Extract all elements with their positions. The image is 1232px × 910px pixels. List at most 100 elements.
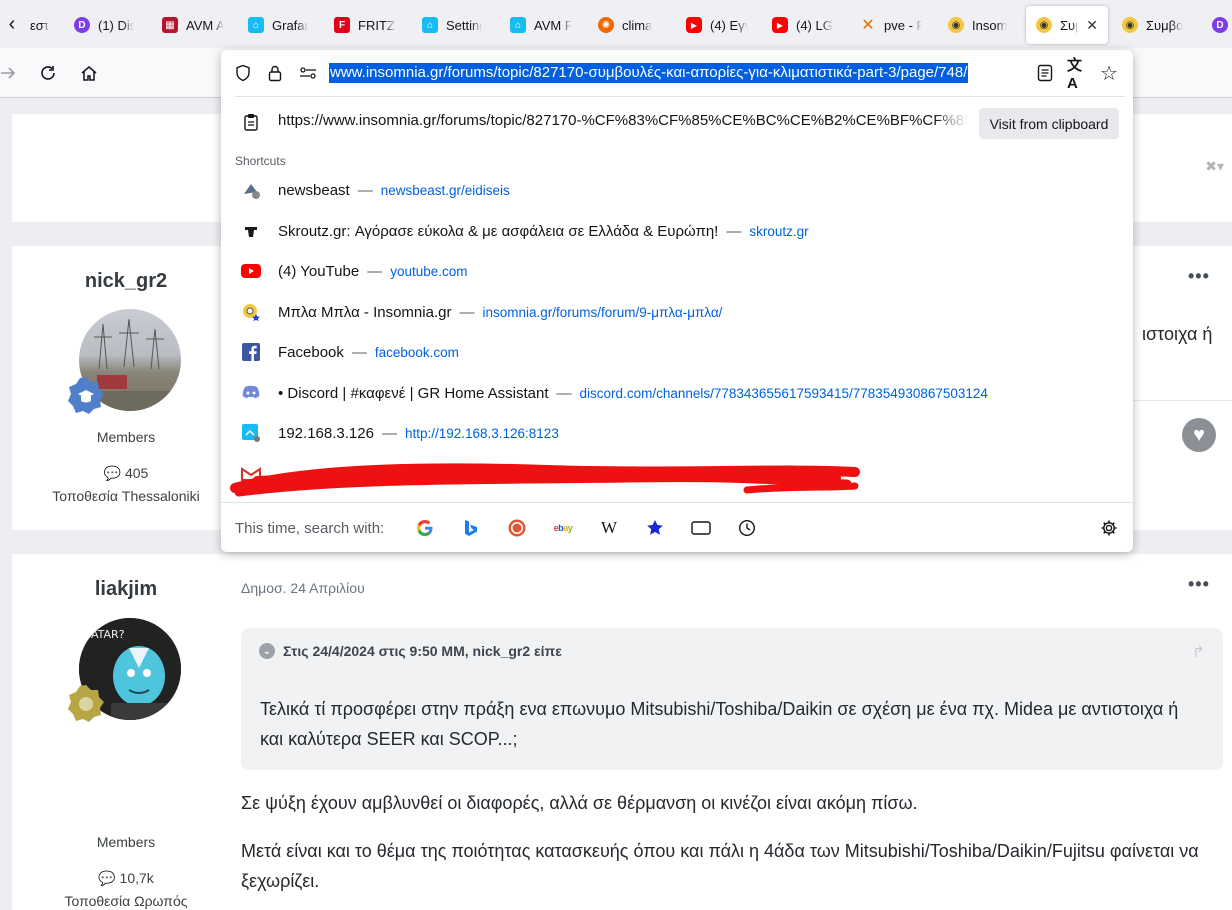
location: Τοποθεσία Ωρωπός (64, 893, 188, 909)
post-menu-icon[interactable]: ••• (1188, 574, 1210, 595)
bookmark-star-icon[interactable]: ☆ (1099, 63, 1119, 85)
shortcut-home-assistant[interactable]: 192.168.3.126— http://192.168.3.126:8123 (221, 413, 1133, 453)
tab-title: pve - P (884, 17, 922, 33)
divider (235, 96, 1125, 97)
comment-icon: 💬 (103, 465, 122, 481)
home-assistant-icon: ⌂ (422, 17, 438, 33)
tab-title: FRITZ! (358, 17, 396, 33)
rank-badge-icon (66, 376, 106, 416)
tab-7[interactable]: ✺ clima (588, 6, 670, 44)
tab-10[interactable]: ✕ pve - P (850, 6, 932, 44)
reader-view-icon[interactable] (1035, 63, 1055, 83)
tab-title: AVM A (186, 17, 224, 33)
insomnia-icon: ◉ (1122, 17, 1138, 33)
grafana-icon: ✺ (598, 17, 614, 33)
duckduckgo-icon[interactable] (506, 517, 528, 539)
tab-5[interactable]: ⌂ Setting (412, 6, 492, 44)
tab-strip: ‹ εστ D (1) Dis ▦ AVM A ⌂ Grafan F FRITZ… (0, 0, 1232, 48)
lock-icon[interactable] (265, 63, 285, 83)
tab-1[interactable]: D (1) Dis (64, 6, 144, 44)
tab-12-active[interactable]: ◉ Συμ ✕ (1026, 6, 1108, 44)
tab-title: (4) LG (796, 17, 833, 33)
tab-3[interactable]: ⌂ Grafan (238, 6, 318, 44)
tab-0[interactable]: εστ (20, 6, 62, 44)
chevron-down-icon[interactable]: ⌄ (259, 643, 275, 659)
clipboard-icon (241, 112, 261, 132)
redaction-scribble (230, 463, 860, 497)
shortcut-url: insomnia.gr/forums/forum/9-μπλα-μπλα/ (482, 304, 723, 320)
like-heart-icon[interactable]: ♥ (1182, 418, 1216, 452)
tab-6[interactable]: ⌂ AVM F (500, 6, 582, 44)
fritz-icon: F (334, 17, 350, 33)
tab-title: Insom (972, 17, 1008, 33)
post-date[interactable]: Δημοσ. 24 Απριλίου (241, 580, 365, 596)
member-group: Members (96, 429, 156, 445)
permissions-icon[interactable] (298, 63, 318, 83)
shortcut-insomnia[interactable]: Μπλα Μπλα - Insomnia.gr — insomnia.gr/foru… (221, 292, 1133, 332)
tab-9[interactable]: ▶ (4) LG (762, 6, 844, 44)
shortcut-url: facebook.com (374, 344, 459, 360)
shortcut-url: skroutz.gr (749, 223, 809, 239)
post-menu-icon[interactable]: ••• (1188, 266, 1210, 287)
dismiss-icon[interactable]: ✖▾ (1205, 158, 1224, 175)
translate-icon[interactable]: 文A (1067, 57, 1087, 92)
quote-block: ⌄ Στις 24/4/2024 στις 9:50 ΜΜ, nick_gr2 … (241, 628, 1223, 770)
share-arrow-icon[interactable]: ↱ (1192, 642, 1205, 662)
quote-header[interactable]: ⌄ Στις 24/4/2024 στις 9:50 ΜΜ, nick_gr2 … (259, 643, 562, 659)
close-tab-icon[interactable]: ✕ (1086, 17, 1098, 34)
search-settings-gear-icon[interactable] (1098, 517, 1120, 539)
google-icon[interactable] (414, 517, 436, 539)
tab-14[interactable]: D (1202, 6, 1232, 44)
redacted-shortcut[interactable] (221, 454, 1133, 498)
post-liakjim: liakjim ATAR? Members 💬 10,7k Τοποθεσία … (12, 554, 1232, 910)
author-name[interactable]: liakjim (12, 578, 240, 601)
tab-title: Συμβο (1146, 17, 1184, 33)
tab-title: Grafan (272, 17, 308, 33)
shortcut-url: youtube.com (390, 263, 468, 279)
wikipedia-icon[interactable]: W (598, 517, 620, 539)
member-group: Members (96, 834, 156, 850)
shortcut-title: Facebook (278, 343, 344, 361)
tab-4[interactable]: F FRITZ! (324, 6, 406, 44)
author-name[interactable]: nick_gr2 (12, 270, 240, 293)
visit-from-clipboard-button[interactable]: Visit from clipboard (979, 108, 1119, 139)
shortcut-title: Μπλα Μπλα - Insomnia.gr (278, 303, 452, 321)
home-icon[interactable] (77, 61, 101, 85)
shortcut-newsbeast[interactable]: newsbeast — newsbeast.gr/eidiseis (221, 170, 1133, 210)
history-icon[interactable] (736, 517, 758, 539)
shortcut-facebook[interactable]: Facebook — facebook.com (221, 332, 1133, 372)
ebay-icon[interactable]: ebay (552, 517, 574, 539)
youtube-icon: ▶ (772, 17, 788, 33)
forward-icon[interactable] (0, 61, 20, 85)
tabs-icon[interactable] (690, 517, 712, 539)
shortcut-title: • Discord | #καφενέ | GR Home Assistant (278, 384, 549, 402)
shortcut-title: (4) YouTube (278, 262, 360, 280)
youtube-icon: ▶ (686, 17, 702, 33)
shortcut-url: http://192.168.3.126:8123 (404, 425, 559, 441)
bookmarks-star-icon[interactable] (644, 517, 666, 539)
tab-13[interactable]: ◉ Συμβο (1112, 6, 1198, 44)
rank-badge-icon (66, 684, 106, 724)
tab-8[interactable]: ▶ (4) Εγγ (676, 6, 758, 44)
address-bar[interactable]: www.insomnia.gr/forums/topic/827170-συμβ… (221, 50, 1133, 96)
address-bar-dropdown: www.insomnia.gr/forums/topic/827170-συμβ… (221, 50, 1133, 552)
tab-title: AVM F (534, 17, 572, 33)
reload-icon[interactable] (36, 61, 60, 85)
clipboard-url: https://www.insomnia.gr/forums/topic/827… (278, 112, 968, 129)
skroutz-icon (241, 221, 261, 241)
tracking-protection-shield-icon[interactable] (233, 63, 253, 83)
shortcut-youtube[interactable]: (4) YouTube — youtube.com (221, 251, 1133, 291)
tab-title: εστ (30, 17, 49, 33)
quote-body: Τελικά τί προσφέρει στην πράξη ενα επωνυ… (260, 699, 1179, 749)
insomnia-icon: ◉ (1036, 17, 1052, 33)
shortcut-url: newsbeast.gr/eidiseis (380, 182, 510, 198)
bing-icon[interactable] (460, 517, 482, 539)
shortcut-url: discord.com/channels/778343655617593415/… (579, 385, 988, 401)
tab-scroll-left-icon[interactable]: ‹ (2, 12, 22, 36)
shortcut-discord[interactable]: • Discord | #καφενέ | GR Home Assistant —… (221, 373, 1133, 413)
tab-2[interactable]: ▦ AVM A (152, 6, 234, 44)
shortcut-skroutz[interactable]: Skroutz.gr: Αγόρασε εύκολα & με ασφάλεια… (221, 211, 1133, 251)
clipboard-suggestion[interactable]: https://www.insomnia.gr/forums/topic/827… (221, 102, 1133, 142)
url-input[interactable]: www.insomnia.gr/forums/topic/827170-συμβ… (329, 63, 969, 83)
tab-11[interactable]: ◉ Insom (938, 6, 1020, 44)
